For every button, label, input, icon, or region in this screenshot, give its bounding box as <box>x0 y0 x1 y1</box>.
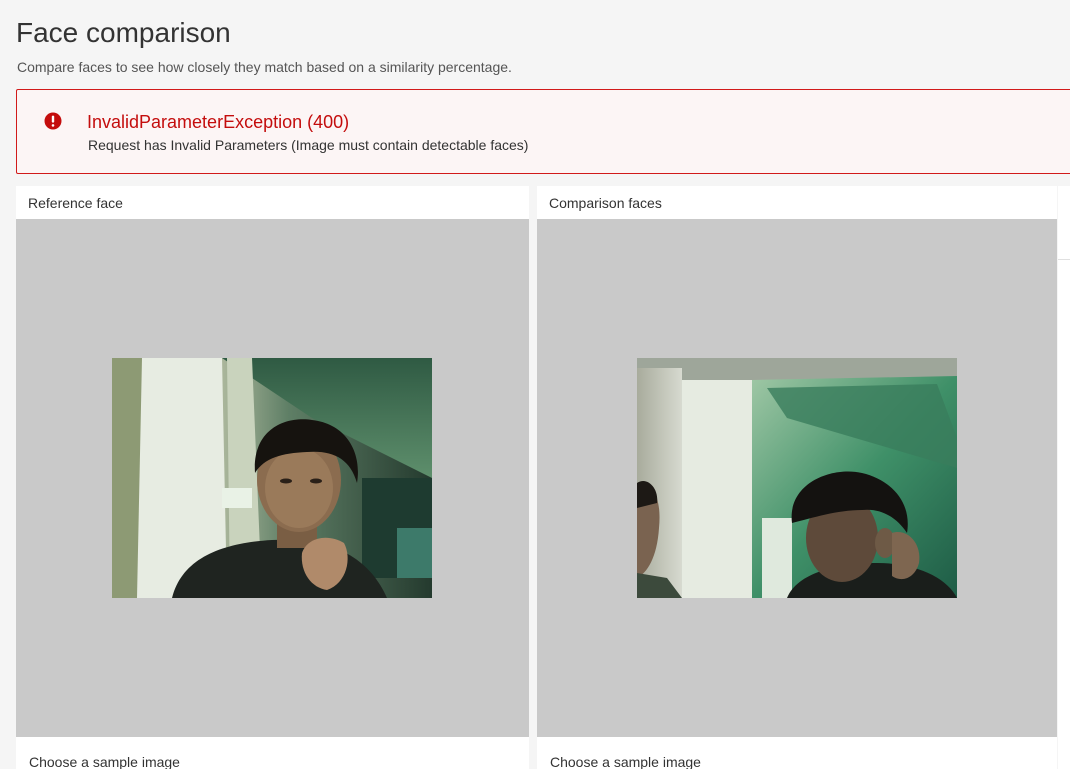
page-title: Face comparison <box>16 17 231 48</box>
comparison-sample-label: Choose a sample image <box>550 754 701 769</box>
results-panel-edge <box>1058 186 1070 769</box>
reference-face-header: Reference face <box>16 186 529 219</box>
comparison-faces-label: Comparison faces <box>549 195 662 211</box>
reference-sample-label: Choose a sample image <box>29 754 180 769</box>
face-comparison-page: Face comparison Compare faces to see how… <box>0 0 1070 769</box>
error-circle-icon <box>44 112 62 130</box>
error-title: InvalidParameterException (400) <box>87 112 350 132</box>
comparison-faces-header: Comparison faces <box>537 186 1057 219</box>
reference-face-panel: Reference face Choose a sample image <box>16 186 529 769</box>
comparison-faces-panel: Comparison faces Choose a sample image <box>537 186 1057 769</box>
reference-image-dropzone[interactable] <box>16 219 529 737</box>
comparison-image-dropzone[interactable] <box>537 219 1057 737</box>
comparison-faces-photo <box>637 358 957 598</box>
reference-face-photo <box>112 358 432 598</box>
page-subtitle: Compare faces to see how closely they ma… <box>17 59 512 75</box>
reference-face-label: Reference face <box>28 195 123 211</box>
error-message: Request has Invalid Parameters (Image mu… <box>88 137 529 153</box>
error-banner: InvalidParameterException (400) Request … <box>16 89 1070 174</box>
results-divider <box>1058 259 1070 260</box>
